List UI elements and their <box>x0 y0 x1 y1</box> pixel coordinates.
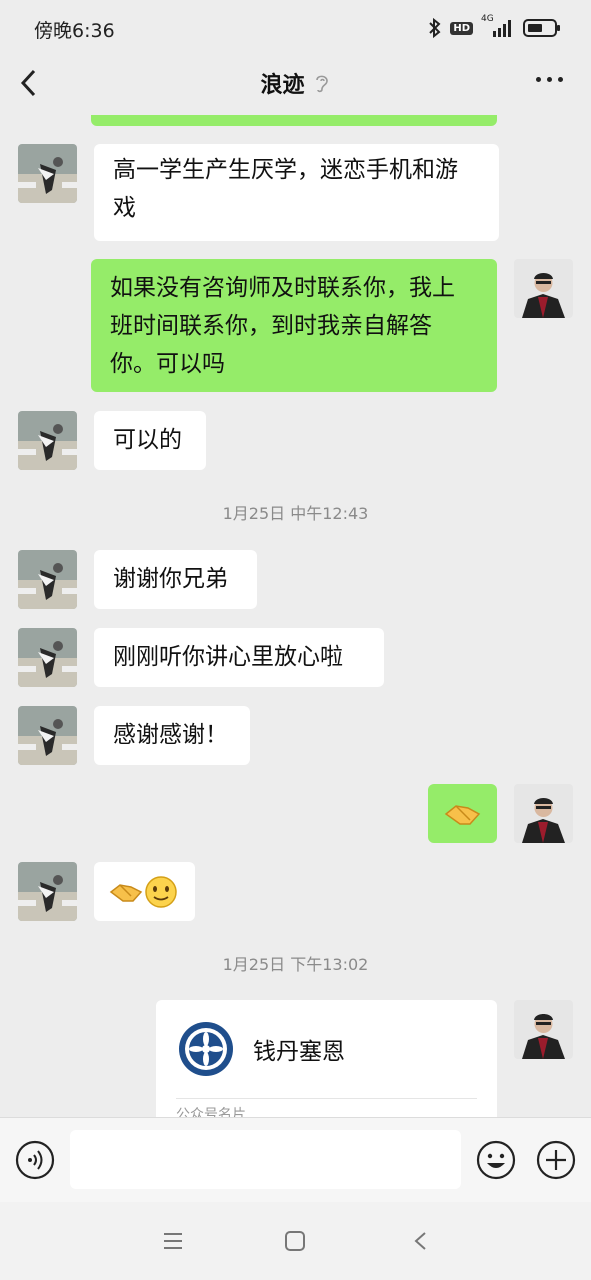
voice-icon <box>15 1140 55 1180</box>
avatar-contact[interactable] <box>18 550 77 609</box>
message-bubble[interactable]: 感谢感谢！ <box>94 706 250 765</box>
chat-area[interactable]: 高一学生产生厌学，迷恋手机和游 戏 如果没有咨询师及时联系你，我上 班时间联系你… <box>0 115 591 1117</box>
timestamp: 1月25日 中午12:43 <box>222 504 369 523</box>
avatar-contact[interactable] <box>18 706 77 765</box>
message-bubble[interactable] <box>94 862 195 921</box>
battery-icon <box>523 19 560 37</box>
avatar-contact[interactable] <box>18 144 77 203</box>
back-triangle-icon <box>414 1232 426 1250</box>
avatar-contact[interactable] <box>18 628 77 687</box>
home-square-icon <box>285 1231 305 1251</box>
message-bubble[interactable]: 高一学生产生厌学，迷恋手机和游 戏 <box>94 144 499 241</box>
handshake-emoji-icon <box>444 805 481 825</box>
status-icons: HD 4G <box>428 14 561 40</box>
input-bar <box>0 1117 591 1202</box>
chat-title: 浪迹 <box>260 73 305 98</box>
account-logo-icon <box>179 1022 233 1076</box>
more-button[interactable] <box>536 77 563 82</box>
avatar-self[interactable] <box>514 1000 573 1059</box>
ear-icon <box>315 75 328 93</box>
handshake-smile-emoji-icon <box>109 876 177 908</box>
message-bubble-partial <box>91 115 497 126</box>
avatar-self[interactable] <box>514 259 573 318</box>
home-nav-button[interactable] <box>284 1230 306 1252</box>
contact-card[interactable]: 钱丹塞恩 公众号名片 <box>156 1000 497 1117</box>
timestamp: 1月25日 下午13:02 <box>222 955 369 974</box>
card-title: 钱丹塞恩 <box>253 1039 345 1065</box>
signal-icon: 4G <box>481 14 515 39</box>
menu-nav-button[interactable] <box>162 1230 184 1252</box>
avatar-self[interactable] <box>514 784 573 843</box>
card-type-label: 公众号名片 <box>176 1107 246 1117</box>
card-divider <box>176 1098 477 1099</box>
voice-button[interactable] <box>15 1140 55 1180</box>
status-time: 傍晚6:36 <box>34 20 115 42</box>
plus-circle-icon <box>536 1140 576 1180</box>
avatar-contact[interactable] <box>18 411 77 470</box>
message-bubble[interactable]: 刚刚听你讲心里放心啦 <box>94 628 384 687</box>
bluetooth-icon <box>429 17 441 39</box>
message-bubble-self[interactable] <box>428 784 497 843</box>
chat-header: 浪迹 <box>0 55 591 115</box>
avatar-contact[interactable] <box>18 862 77 921</box>
smiley-icon <box>476 1140 516 1180</box>
message-bubble-self[interactable]: 如果没有咨询师及时联系你，我上 班时间联系你，到时我亲自解答 你。可以吗 <box>91 259 497 392</box>
menu-icon <box>164 1233 182 1249</box>
message-bubble[interactable]: 可以的 <box>94 411 206 470</box>
emoji-button[interactable] <box>476 1140 516 1180</box>
message-bubble[interactable]: 谢谢你兄弟 <box>94 550 257 609</box>
message-input[interactable] <box>70 1130 461 1189</box>
status-bar: 傍晚6:36 HD 4G <box>0 0 591 55</box>
hd-badge: HD <box>450 21 473 35</box>
back-nav-button[interactable] <box>410 1230 432 1252</box>
system-navigation-bar <box>0 1202 591 1280</box>
more-functions-button[interactable] <box>536 1140 576 1180</box>
